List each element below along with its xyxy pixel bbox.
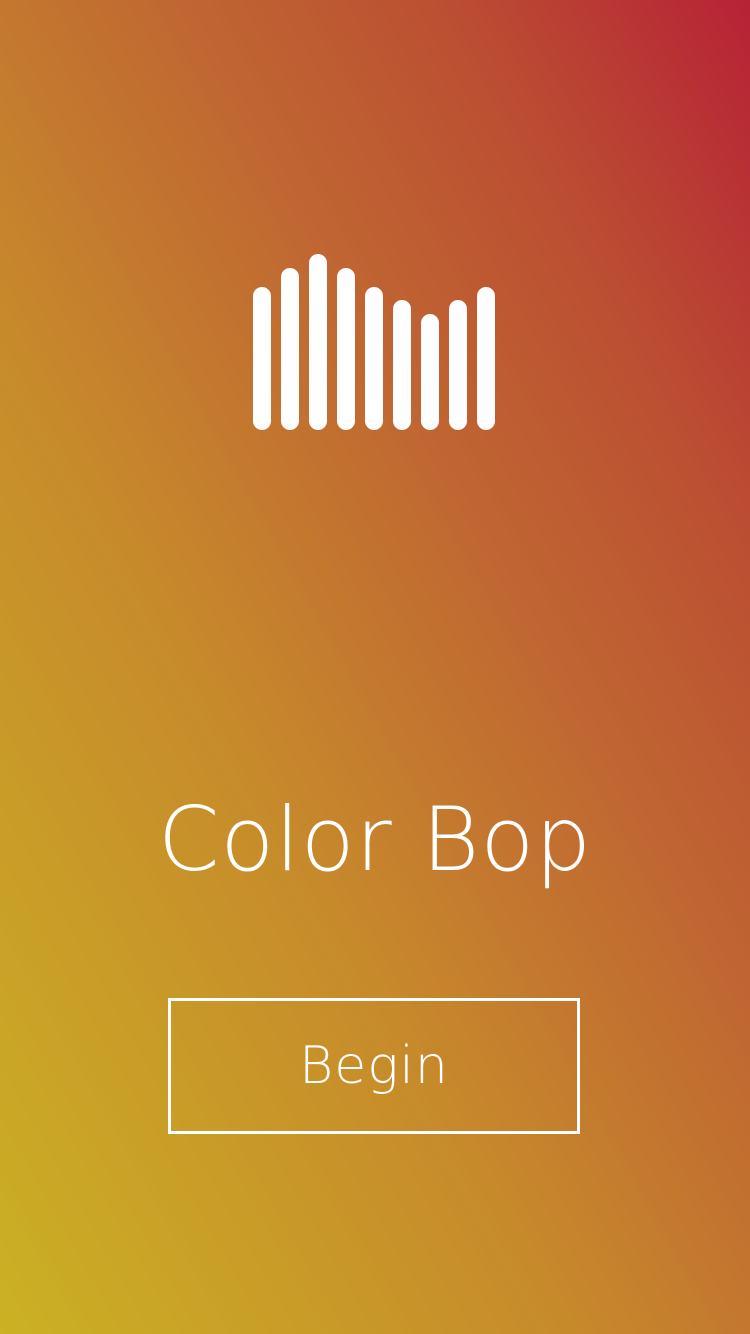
equalizer-bars-icon — [253, 254, 495, 430]
equalizer-bar — [281, 268, 299, 430]
app-title: Color Bop — [157, 788, 593, 891]
begin-button-label: Begin — [299, 1036, 449, 1096]
equalizer-bar — [253, 287, 271, 430]
equalizer-bar — [337, 268, 355, 430]
equalizer-bar — [449, 300, 467, 430]
equalizer-bar — [393, 300, 411, 430]
equalizer-bar — [477, 287, 495, 430]
splash-screen: Color Bop Begin — [0, 0, 750, 1334]
equalizer-bar — [365, 287, 383, 430]
equalizer-bar — [421, 314, 439, 430]
equalizer-bar — [309, 254, 327, 430]
begin-button[interactable]: Begin — [168, 998, 580, 1134]
